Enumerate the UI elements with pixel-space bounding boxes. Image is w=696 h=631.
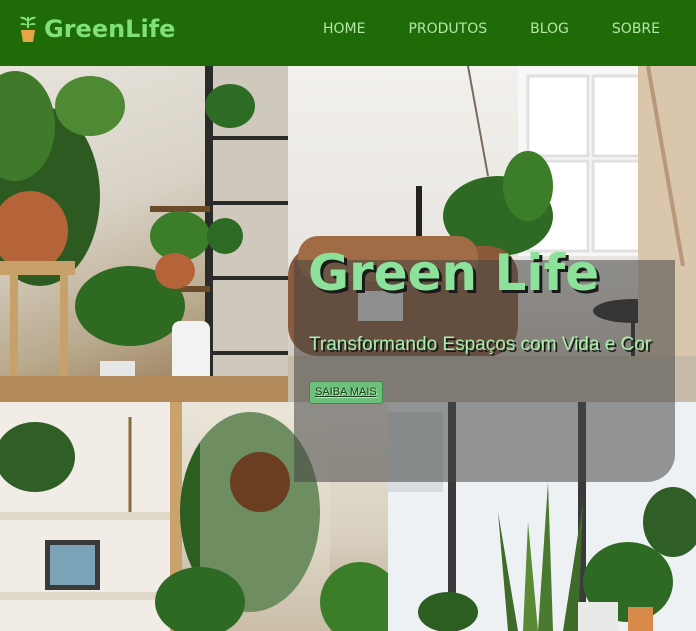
brand-name: GreenLife (44, 15, 176, 43)
nav-item-blog[interactable]: BLOG (530, 21, 569, 37)
hero-photo-shelves (0, 66, 288, 402)
site-header: GreenLife HOME PRODUTOS BLOG SOBRE (0, 0, 696, 66)
main-nav: HOME PRODUTOS BLOG SOBRE (280, 21, 660, 37)
nav-item-home[interactable]: HOME (323, 21, 365, 37)
nav-item-sobre[interactable]: SOBRE (612, 21, 660, 37)
hero-subtitle: Transformando Espaços com Vida e Cor (309, 334, 652, 355)
logo[interactable]: GreenLife (18, 14, 175, 44)
hero-title: Green Life (308, 244, 600, 302)
saiba-mais-button[interactable]: SAIBA MAIS (309, 381, 383, 404)
potted-plant-icon (20, 16, 36, 42)
nav-item-produtos[interactable]: PRODUTOS (408, 21, 487, 37)
